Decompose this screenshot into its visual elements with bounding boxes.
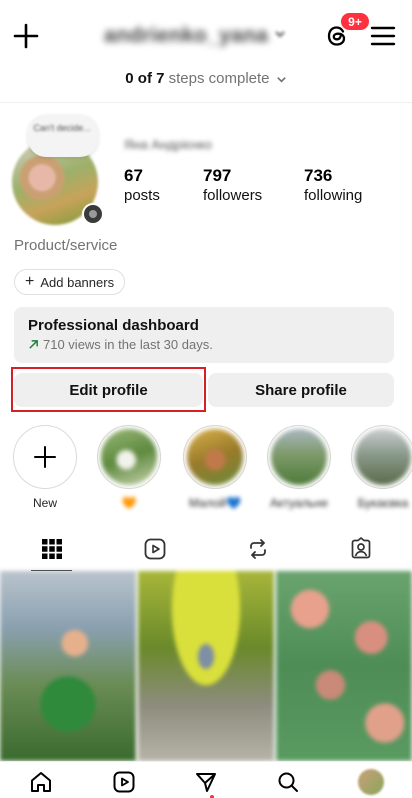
steps-label: steps complete [168, 70, 270, 87]
highlight-cover [355, 429, 411, 485]
add-story-icon[interactable] [82, 203, 104, 225]
nav-search[interactable] [247, 762, 329, 798]
chevron-down-icon [274, 27, 286, 45]
full-name: Яна Андрієнко [124, 137, 212, 152]
note-text: Can't decide... [33, 123, 91, 133]
highlight-label: Букаєвка [357, 496, 409, 510]
following-label: following [304, 187, 363, 204]
tab-reels[interactable] [103, 527, 206, 571]
dashboard-subtitle: 710 views in the last 30 days. [43, 337, 213, 352]
tab-grid[interactable] [0, 527, 103, 571]
grid-icon [41, 539, 62, 559]
share-profile-button[interactable]: Share profile [208, 373, 394, 407]
tab-reposts[interactable] [206, 527, 309, 571]
reels-icon [113, 771, 135, 793]
professional-dashboard[interactable]: Professional dashboard 710 views in the … [14, 307, 394, 363]
highlight-item[interactable]: 🧡 [96, 425, 162, 510]
highlight-label: New [32, 496, 57, 510]
chevron-down-icon [276, 76, 286, 83]
followers-stat[interactable]: 797 followers [203, 166, 262, 206]
hamburger-menu-icon[interactable] [370, 23, 396, 49]
new-highlight-circle[interactable] [13, 425, 77, 489]
add-banners-label: Add banners [40, 274, 115, 290]
post-thumbnail[interactable] [0, 571, 136, 761]
bottom-navigation [0, 761, 412, 798]
profile-avatar-area: Can't decide... [12, 115, 108, 225]
highlight-label: Актуальне [269, 496, 329, 510]
posts-label: posts [124, 187, 160, 204]
followers-label: followers [203, 187, 263, 204]
highlight-label: 🧡 [121, 496, 137, 510]
highlight-item[interactable]: Актуальне [266, 425, 332, 510]
profile-avatar [357, 769, 384, 795]
post-thumbnail[interactable] [138, 571, 274, 761]
home-icon [31, 772, 52, 792]
reels-icon [144, 538, 165, 560]
nav-profile[interactable] [330, 762, 412, 798]
notification-badge[interactable]: 9+ [340, 12, 370, 31]
posts-count: 67 [124, 166, 143, 185]
tagged-icon [351, 537, 370, 559]
profile-category: Product/service [14, 237, 118, 254]
search-icon [278, 772, 299, 792]
post-thumbnail[interactable] [276, 571, 412, 761]
posts-grid [0, 571, 412, 761]
highlight-item[interactable]: Малой💙 [182, 425, 248, 510]
highlight-new[interactable]: New [12, 425, 78, 510]
highlight-item[interactable]: Букаєвка [350, 425, 412, 510]
top-header: andrienko_yana 9+ [0, 0, 412, 64]
steps-progress[interactable]: 0 of 7 steps complete [0, 70, 412, 87]
add-banners-button[interactable]: + Add banners [14, 269, 126, 295]
nav-home[interactable] [0, 762, 82, 798]
nav-messages[interactable] [165, 762, 247, 798]
reposts-icon [249, 539, 266, 559]
edit-profile-button[interactable]: Edit profile [14, 373, 203, 407]
messages-icon [196, 773, 217, 792]
followers-count: 797 [203, 166, 232, 185]
trend-up-icon [29, 340, 38, 349]
highlight-cover [271, 429, 327, 485]
highlight-cover [187, 429, 243, 485]
note-bubble[interactable] [28, 115, 98, 157]
nav-reels[interactable] [82, 762, 164, 798]
following-count: 736 [304, 166, 333, 185]
dashboard-title: Professional dashboard [28, 317, 199, 334]
profile-tabs [0, 527, 412, 571]
tab-tagged[interactable] [309, 527, 412, 571]
steps-count: 0 of 7 [125, 70, 165, 87]
highlight-label: Малой💙 [188, 496, 242, 510]
header-divider [0, 102, 412, 103]
posts-stat[interactable]: 67 posts [124, 166, 160, 206]
plus-icon [34, 446, 56, 468]
username: andrienko_yana [104, 24, 269, 47]
plus-icon: + [25, 273, 35, 290]
account-switcher[interactable]: andrienko_yana [104, 22, 286, 50]
following-stat[interactable]: 736 following [304, 166, 362, 206]
highlight-cover [101, 429, 157, 485]
plus-icon[interactable] [12, 22, 40, 50]
